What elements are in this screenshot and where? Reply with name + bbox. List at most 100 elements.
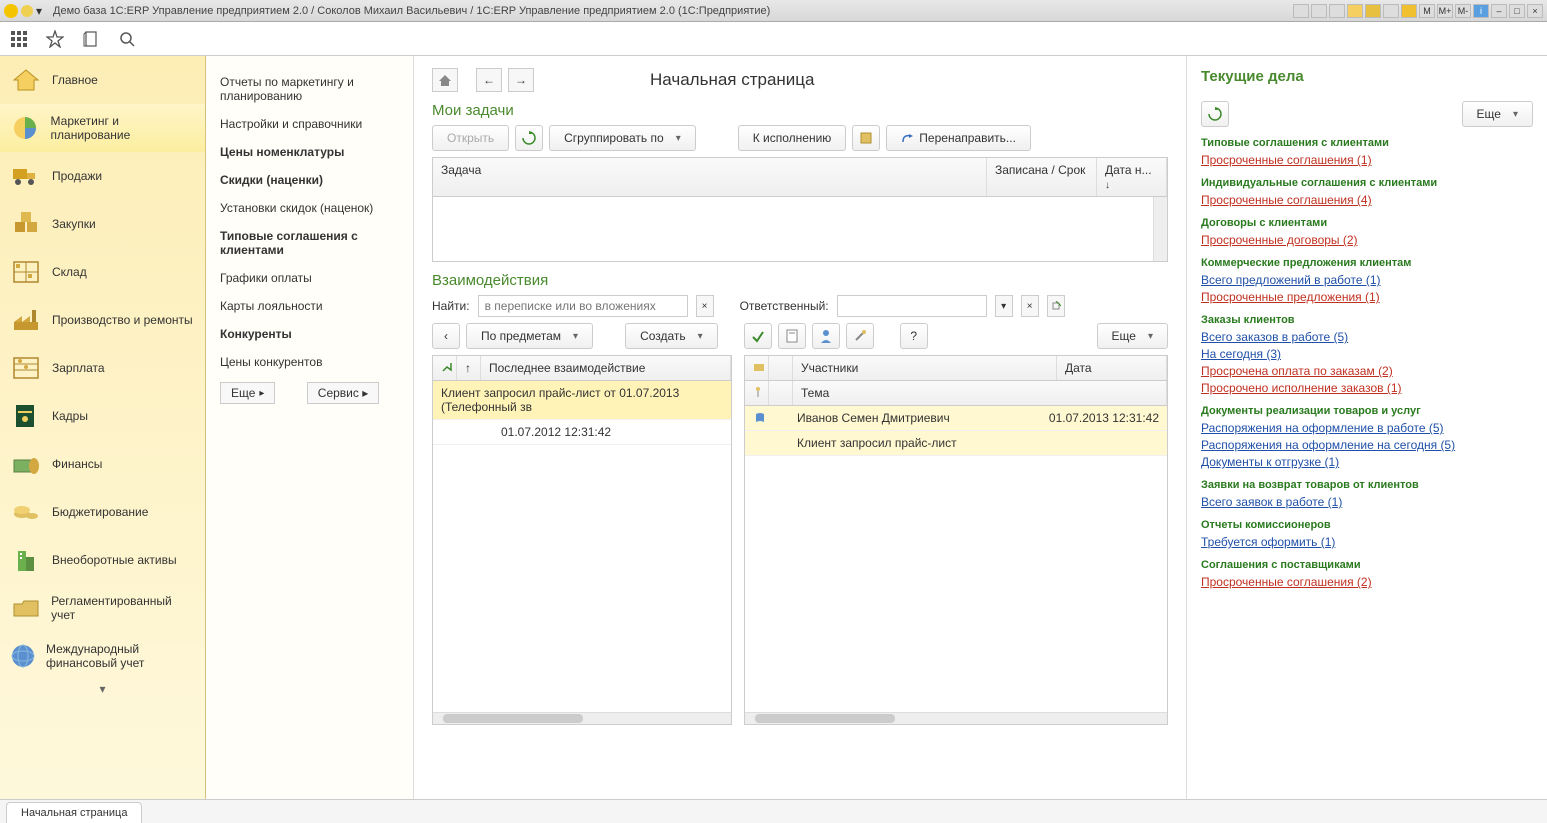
- nav-home-button[interactable]: [432, 68, 458, 92]
- rp-col-icon4[interactable]: [769, 381, 793, 405]
- aside-link[interactable]: Просроченные соглашения (1): [1201, 153, 1533, 167]
- aside-link[interactable]: Просрочена оплата по заказам (2): [1201, 364, 1533, 378]
- aside-refresh[interactable]: [1201, 101, 1229, 127]
- sm-prices[interactable]: Цены номенклатуры: [206, 138, 413, 166]
- rp-hscroll[interactable]: [745, 712, 1167, 724]
- aside-more[interactable]: Еще: [1462, 101, 1533, 127]
- wand-button[interactable]: [846, 323, 874, 349]
- apps-icon[interactable]: [10, 30, 28, 48]
- sidebar-scroll-down[interactable]: ▾: [0, 680, 205, 698]
- sidebar-item-warehouse[interactable]: Склад: [0, 248, 205, 296]
- sm-agreements[interactable]: Типовые соглашения с клиентами: [206, 222, 413, 264]
- status-tab[interactable]: Начальная страница: [6, 802, 142, 823]
- rp-col-participants[interactable]: Участники: [793, 356, 1057, 380]
- lp-row-2[interactable]: 01.07.2012 12:31:42: [433, 420, 731, 445]
- sm-settings[interactable]: Настройки и справочники: [206, 110, 413, 138]
- lp-col-arrow[interactable]: ↑: [457, 356, 481, 380]
- lp-hscroll[interactable]: [433, 712, 731, 724]
- info-icon[interactable]: i: [1473, 4, 1489, 18]
- find-input[interactable]: [478, 295, 688, 317]
- search-icon[interactable]: [118, 30, 136, 48]
- tb-tool-2[interactable]: [1311, 4, 1327, 18]
- nav-back-button[interactable]: ←: [476, 68, 502, 92]
- sidebar-item-salary[interactable]: Зарплата: [0, 344, 205, 392]
- rp-col-topic[interactable]: Тема: [793, 381, 1167, 405]
- tb-m3[interactable]: M-: [1455, 4, 1471, 18]
- resp-drop[interactable]: ▾: [995, 295, 1013, 317]
- sm-discount-settings[interactable]: Установки скидок (наценок): [206, 194, 413, 222]
- sidebar-item-assets[interactable]: Внеоборотные активы: [0, 536, 205, 584]
- aside-link[interactable]: Всего предложений в работе (1): [1201, 273, 1533, 287]
- aside-link[interactable]: Просроченные предложения (1): [1201, 290, 1533, 304]
- sidebar-item-ifrs[interactable]: Международный финансовый учет: [0, 632, 205, 680]
- resp-clear[interactable]: ×: [1021, 295, 1039, 317]
- sm-loyalty[interactable]: Карты лояльности: [206, 292, 413, 320]
- aside-link[interactable]: Просроченные договоры (2): [1201, 233, 1533, 247]
- check-button[interactable]: [744, 323, 772, 349]
- sidebar-item-budget[interactable]: Бюджетирование: [0, 488, 205, 536]
- tb-m1[interactable]: M: [1419, 4, 1435, 18]
- open-button[interactable]: Открыть: [432, 125, 509, 151]
- sidebar-item-hr[interactable]: Кадры: [0, 392, 205, 440]
- sm-more-button[interactable]: Еще ▸: [220, 382, 275, 404]
- tb-tool-1[interactable]: [1293, 4, 1309, 18]
- tasks-body[interactable]: [433, 197, 1167, 261]
- sm-discounts[interactable]: Скидки (наценки): [206, 166, 413, 194]
- sidebar-item-marketing[interactable]: Маркетинг и планирование: [0, 104, 205, 152]
- close-button[interactable]: ×: [1527, 4, 1543, 18]
- sidebar-item-sales[interactable]: Продажи: [0, 152, 205, 200]
- sm-competitors[interactable]: Конкуренты: [206, 320, 413, 348]
- sidebar-item-accounting[interactable]: Регламентированный учет: [0, 584, 205, 632]
- rp-col-icon3[interactable]: [745, 381, 769, 405]
- tb-tool-4[interactable]: [1347, 4, 1363, 18]
- tb-m2[interactable]: M+: [1437, 4, 1453, 18]
- resp-input[interactable]: [837, 295, 987, 317]
- col-task[interactable]: Задача: [433, 158, 987, 196]
- tasks-tool-button[interactable]: [852, 125, 880, 151]
- inter-more-button[interactable]: Еще: [1097, 323, 1168, 349]
- sidebar-item-finance[interactable]: Финансы: [0, 440, 205, 488]
- tb-tool-3[interactable]: [1329, 4, 1345, 18]
- tb-tool-7[interactable]: [1401, 4, 1417, 18]
- aside-link[interactable]: Просрочено исполнение заказов (1): [1201, 381, 1533, 395]
- col-recorded[interactable]: Записана / Срок: [987, 158, 1097, 196]
- redirect-button[interactable]: Перенаправить...: [886, 125, 1031, 151]
- exec-button[interactable]: К исполнению: [738, 125, 847, 151]
- sidebar-item-production[interactable]: Производство и ремонты: [0, 296, 205, 344]
- resp-open[interactable]: [1047, 295, 1065, 317]
- minimize-button[interactable]: –: [1491, 4, 1507, 18]
- rp-col-date[interactable]: Дата: [1057, 356, 1167, 380]
- aside-link[interactable]: Требуется оформить (1): [1201, 535, 1533, 549]
- aside-link[interactable]: Документы к отгрузке (1): [1201, 455, 1533, 469]
- dropdown-icon[interactable]: ▾: [36, 4, 46, 18]
- rp-row-1[interactable]: Иванов Семен Дмитриевич 01.07.2013 12:31…: [745, 406, 1167, 431]
- sidebar-item-purchases[interactable]: Закупки: [0, 200, 205, 248]
- aside-link[interactable]: Распоряжения на оформление на сегодня (5…: [1201, 438, 1533, 452]
- aside-link[interactable]: Всего заявок в работе (1): [1201, 495, 1533, 509]
- star-icon[interactable]: [46, 30, 64, 48]
- find-clear[interactable]: ×: [696, 295, 714, 317]
- rp-col-icon2[interactable]: [769, 356, 793, 380]
- aside-link[interactable]: Просроченные соглашения (2): [1201, 575, 1533, 589]
- sm-payment[interactable]: Графики оплаты: [206, 264, 413, 292]
- tasks-scroll[interactable]: [1153, 197, 1167, 261]
- nav-forward-button[interactable]: →: [508, 68, 534, 92]
- sm-comp-prices[interactable]: Цены конкурентов: [206, 348, 413, 376]
- create-button[interactable]: Создать: [625, 323, 718, 349]
- doc-button[interactable]: [778, 323, 806, 349]
- sidebar-item-main[interactable]: Главное: [0, 56, 205, 104]
- inter-back[interactable]: ‹: [432, 323, 460, 349]
- refresh-tasks-button[interactable]: [515, 125, 543, 151]
- history-icon[interactable]: [82, 30, 100, 48]
- group-by-button[interactable]: Сгруппировать по: [549, 125, 696, 151]
- maximize-button[interactable]: □: [1509, 4, 1525, 18]
- rp-row-2[interactable]: Клиент запросил прайс-лист: [745, 431, 1167, 456]
- rp-col-icon1[interactable]: [745, 356, 769, 380]
- aside-link[interactable]: На сегодня (3): [1201, 347, 1533, 361]
- lp-col-last[interactable]: Последнее взаимодействие: [481, 356, 731, 380]
- tb-tool-5[interactable]: [1365, 4, 1381, 18]
- col-date[interactable]: Дата н... ↓: [1097, 158, 1167, 196]
- person-button[interactable]: [812, 323, 840, 349]
- lp-col-icon[interactable]: [433, 356, 457, 380]
- aside-link[interactable]: Просроченные соглашения (4): [1201, 193, 1533, 207]
